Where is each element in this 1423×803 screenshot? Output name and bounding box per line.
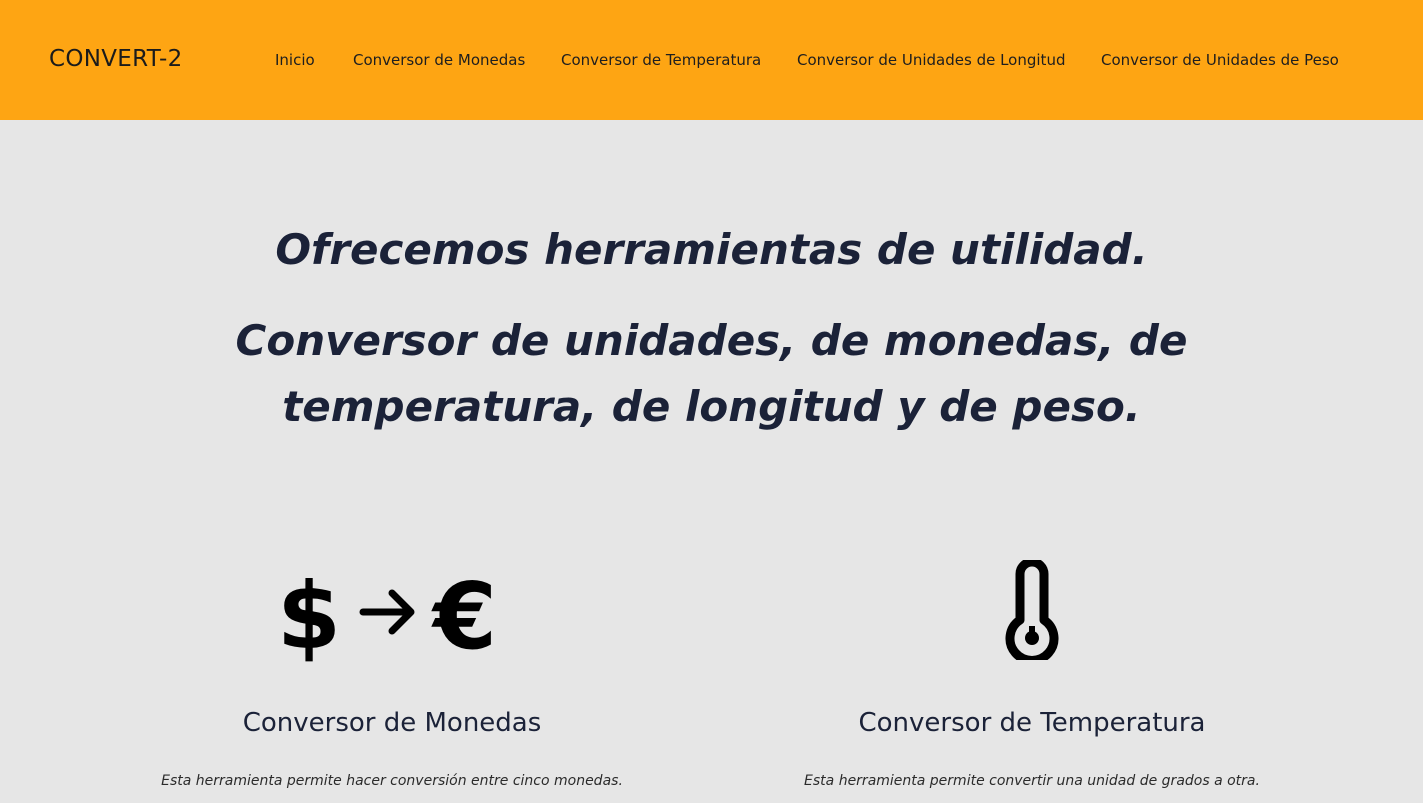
svg-text:$: $ bbox=[277, 563, 341, 665]
navbar: CONVERT-2 Inicio Conversor de Monedas Co… bbox=[0, 0, 1423, 120]
card-monedas: $ € Conversor de Monedas Esta herramient… bbox=[42, 555, 742, 791]
card-description: Esta herramienta permite hacer conversió… bbox=[161, 773, 623, 789]
hero-title: Ofrecemos herramientas de utilidad. bbox=[275, 225, 1148, 274]
thermometer-icon bbox=[682, 555, 1382, 665]
nav-link-peso[interactable]: Conversor de Unidades de Peso bbox=[1101, 50, 1339, 70]
card-title: Conversor de Monedas bbox=[242, 708, 542, 738]
card-description: Esta herramienta permite convertir una u… bbox=[804, 773, 1260, 789]
nav-link-monedas[interactable]: Conversor de Monedas bbox=[353, 50, 525, 70]
nav-link-temperatura[interactable]: Conversor de Temperatura bbox=[561, 50, 761, 70]
nav-link-inicio[interactable]: Inicio bbox=[275, 50, 315, 70]
svg-text:€: € bbox=[431, 563, 497, 665]
nav-link-longitud[interactable]: Conversor de Unidades de Longitud bbox=[797, 50, 1065, 70]
dollar-to-euro-icon: $ € bbox=[42, 555, 742, 665]
card-title: Conversor de Temperatura bbox=[858, 708, 1206, 738]
brand-logo[interactable]: CONVERT-2 bbox=[49, 44, 183, 74]
hero-subtitle: Conversor de unidades, de monedas, de te… bbox=[235, 316, 1188, 431]
card-temperatura: Conversor de Temperatura Esta herramient… bbox=[682, 555, 1382, 791]
